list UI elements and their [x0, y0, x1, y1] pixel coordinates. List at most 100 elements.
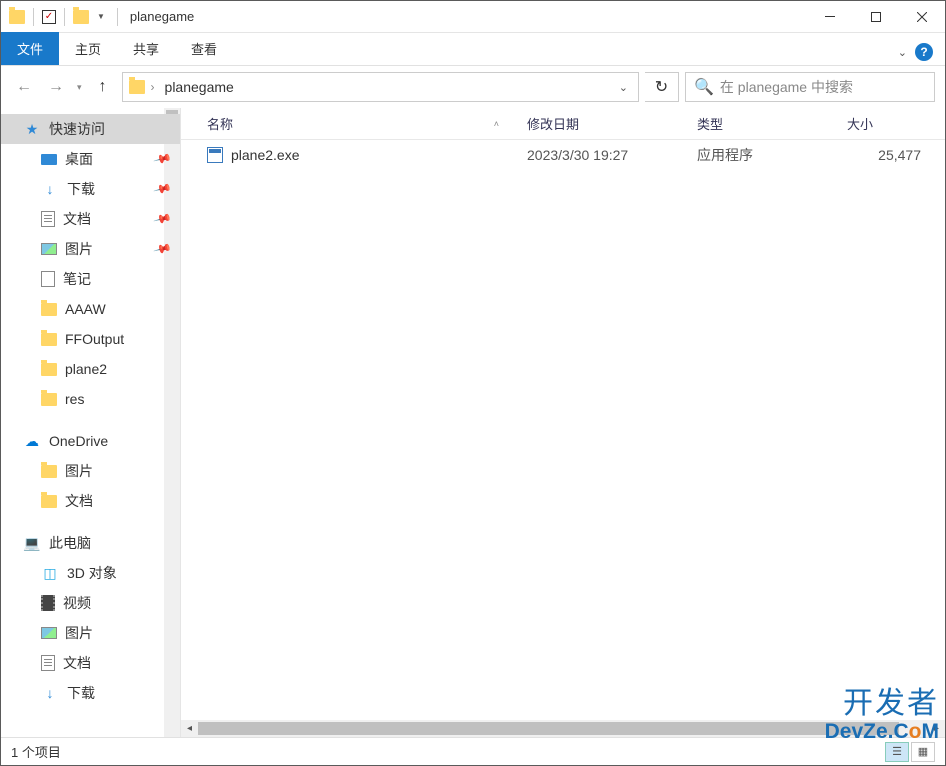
sidebar-item[interactable]: ↓ 下载 — [1, 678, 180, 708]
sidebar-item[interactable]: AAAW — [1, 294, 180, 324]
breadcrumb[interactable]: planegame — [161, 77, 238, 97]
folder-icon[interactable] — [73, 10, 89, 24]
address-dropdown-icon[interactable]: ⌄ — [615, 77, 632, 98]
tab-view[interactable]: 查看 — [175, 32, 233, 65]
sidebar-item[interactable]: ◫3D 对象 — [1, 558, 180, 588]
sidebar-item[interactable]: res — [1, 384, 180, 414]
scroll-left-icon[interactable]: ◂ — [181, 720, 198, 737]
ribbon-tabs: 文件 主页 共享 查看 ⌄ ? — [1, 33, 945, 66]
main-area: ★ 快速访问 桌面📌↓下载📌文档📌图片📌笔记AAAWFFOutputplane2… — [1, 108, 945, 737]
sidebar-item[interactable]: FFOutput — [1, 324, 180, 354]
column-type[interactable]: 类型 — [689, 114, 839, 133]
sidebar-item[interactable]: 图片 — [1, 456, 180, 486]
sidebar-item[interactable]: 视频 — [1, 588, 180, 618]
sidebar-item-label: 图片 — [65, 461, 93, 481]
sidebar-item-label: 文档 — [65, 491, 93, 511]
sidebar-quick-access[interactable]: ★ 快速访问 — [1, 114, 180, 144]
sidebar-item[interactable]: 笔记 — [1, 264, 180, 294]
scroll-right-icon[interactable]: ▸ — [928, 720, 945, 737]
up-button[interactable]: ↑ — [90, 74, 116, 100]
download-icon: ↓ — [41, 180, 59, 198]
history-dropdown-icon[interactable]: ▾ — [75, 82, 84, 93]
video-icon — [41, 595, 55, 611]
window-title: planegame — [130, 9, 194, 24]
download-icon: ↓ — [41, 684, 59, 702]
separator — [33, 8, 34, 26]
qat-dropdown-icon[interactable]: ▼ — [93, 12, 109, 21]
pin-icon: 📌 — [153, 209, 173, 229]
navigation-pane: ★ 快速访问 桌面📌↓下载📌文档📌图片📌笔记AAAWFFOutputplane2… — [1, 108, 181, 737]
sidebar-item-label: AAAW — [65, 301, 106, 317]
file-name: plane2.exe — [231, 147, 300, 163]
file-date: 2023/3/30 19:27 — [519, 147, 689, 163]
column-size[interactable]: 大小 — [839, 114, 929, 133]
maximize-button[interactable] — [853, 1, 899, 32]
help-icon[interactable]: ? — [915, 43, 933, 61]
sidebar-item-label: 文档 — [63, 209, 91, 229]
separator — [117, 8, 118, 26]
sidebar-label: 此电脑 — [49, 533, 91, 553]
sidebar-item-label: 笔记 — [63, 269, 91, 289]
back-button[interactable]: ← — [11, 74, 37, 100]
minimize-button[interactable] — [807, 1, 853, 32]
details-view-button[interactable]: ☰ — [885, 742, 909, 762]
nav-row: ← → ▾ ↑ › planegame ⌄ ↻ 🔍 在 planegame 中搜… — [1, 66, 945, 108]
window-controls — [807, 1, 945, 32]
sidebar-item-label: 文档 — [63, 653, 91, 673]
tab-file[interactable]: 文件 — [1, 32, 59, 65]
tab-share[interactable]: 共享 — [117, 32, 175, 65]
onedrive-icon: ☁ — [23, 432, 41, 450]
sidebar-item[interactable]: plane2 — [1, 354, 180, 384]
sidebar-item[interactable]: ↓下载📌 — [1, 174, 180, 204]
sidebar-item[interactable]: 文档 📌 — [1, 204, 180, 234]
search-box[interactable]: 🔍 在 planegame 中搜索 — [685, 72, 935, 102]
scrollbar-track[interactable] — [198, 720, 928, 737]
address-bar[interactable]: › planegame ⌄ — [122, 72, 639, 102]
document-icon — [41, 655, 55, 671]
qat-properties-icon[interactable]: ✓ — [42, 10, 56, 24]
chevron-right-icon[interactable]: › — [151, 80, 155, 94]
folder-icon — [41, 465, 57, 478]
desktop-icon — [41, 154, 57, 165]
folder-icon — [129, 80, 145, 94]
title-bar: ✓ ▼ planegame — [1, 1, 945, 33]
forward-button[interactable]: → — [43, 74, 69, 100]
pin-icon: 📌 — [153, 239, 173, 259]
refresh-button[interactable]: ↻ — [645, 72, 679, 102]
sidebar-item-label: 3D 对象 — [67, 563, 117, 583]
sidebar-item[interactable]: 图片 — [1, 618, 180, 648]
scrollbar-thumb[interactable] — [198, 722, 899, 735]
sidebar-item[interactable]: 图片 📌 — [1, 234, 180, 264]
sidebar-item[interactable]: 文档 — [1, 648, 180, 678]
folder-icon — [41, 363, 57, 376]
sidebar-item-label: plane2 — [65, 361, 107, 377]
sidebar-item-label: 图片 — [65, 239, 93, 259]
column-date[interactable]: 修改日期 — [519, 114, 689, 133]
folder-icon — [41, 333, 57, 346]
file-row[interactable]: plane2.exe 2023/3/30 19:27 应用程序 25,477 — [181, 140, 945, 170]
column-headers: 名称˄ 修改日期 类型 大小 — [181, 108, 945, 140]
pc-icon: 💻 — [23, 534, 41, 552]
status-bar: 1 个项目 ☰ ▦ — [1, 737, 945, 765]
horizontal-scrollbar[interactable]: ◂ ▸ — [181, 720, 945, 737]
sidebar-item-label: FFOutput — [65, 331, 124, 347]
close-button[interactable] — [899, 1, 945, 32]
folder-icon — [41, 393, 57, 406]
sidebar-item-label: 下载 — [67, 179, 95, 199]
sidebar-item[interactable]: 文档 — [1, 486, 180, 516]
qat: ✓ ▼ — [1, 8, 122, 26]
file-list-pane: 名称˄ 修改日期 类型 大小 plane2.exe 2023/3/30 19:2… — [181, 108, 945, 737]
sidebar-item-label: 下载 — [67, 683, 95, 703]
ribbon-expand-icon[interactable]: ⌄ — [898, 46, 907, 59]
picture-icon — [41, 243, 57, 255]
icons-view-button[interactable]: ▦ — [911, 742, 935, 762]
sidebar-onedrive[interactable]: ☁ OneDrive — [1, 426, 180, 456]
folder-icon — [9, 10, 25, 24]
tab-home[interactable]: 主页 — [59, 32, 117, 65]
picture-icon — [41, 627, 57, 639]
sidebar-item[interactable]: 桌面📌 — [1, 144, 180, 174]
sidebar-this-pc[interactable]: 💻 此电脑 — [1, 528, 180, 558]
column-name[interactable]: 名称˄ — [199, 114, 519, 133]
search-placeholder: 在 planegame 中搜索 — [720, 77, 853, 97]
sort-indicator-icon: ˄ — [494, 119, 499, 129]
